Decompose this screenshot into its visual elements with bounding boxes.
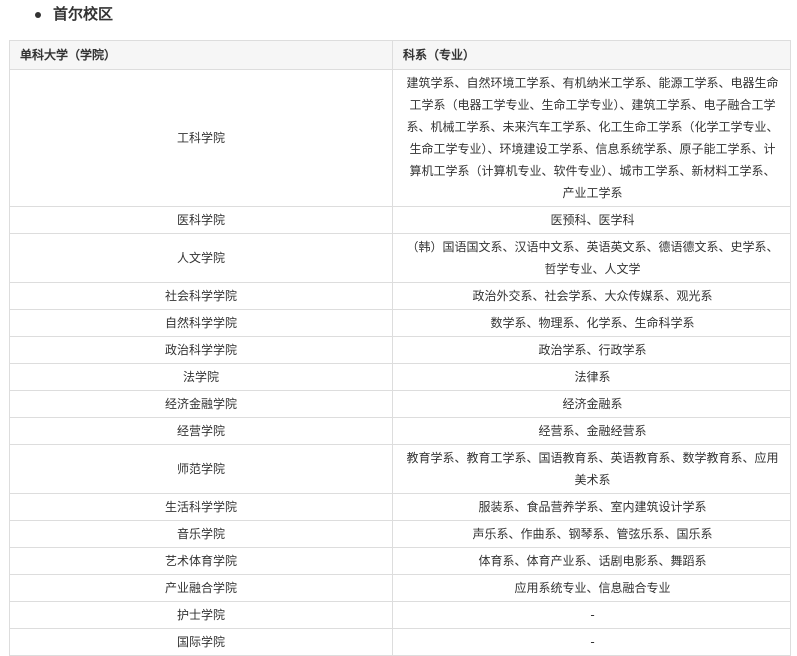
departments-cell: 教育学系、教育工学系、国语教育系、英语教育系、数学教育系、应用美术系 xyxy=(392,444,791,494)
college-cell: 艺术体育学院 xyxy=(9,547,393,575)
college-cell: 自然科学学院 xyxy=(9,309,393,337)
table-row: 音乐学院 声乐系、作曲系、钢琴系、管弦乐系、国乐系 xyxy=(9,520,791,548)
departments-cell: 服装系、食品营养学系、室内建筑设计学系 xyxy=(392,493,791,521)
section-title: 首尔校区 xyxy=(53,5,114,23)
table-row: 人文学院 （韩）国语国文系、汉语中文系、英语英文系、德语德文系、史学系、哲学专业、… xyxy=(9,233,791,283)
table-row: 产业融合学院 应用系统专业、信息融合专业 xyxy=(9,574,791,602)
departments-cell: 法律系 xyxy=(392,363,791,391)
departments-cell: 政治学系、行政学系 xyxy=(392,336,791,364)
departments-cell: 医预科、医学科 xyxy=(392,206,791,234)
departments-cell: - xyxy=(392,628,791,656)
departments-cell: 建筑学系、自然环境工学系、有机纳米工学系、能源工学系、电器生命工学系（电器工学专… xyxy=(392,69,791,207)
departments-cell: 声乐系、作曲系、钢琴系、管弦乐系、国乐系 xyxy=(392,520,791,548)
table-row: 自然科学学院 数学系、物理系、化学系、生命科学系 xyxy=(9,309,791,337)
table-row: 护士学院 - xyxy=(9,601,791,629)
table-row: 经济金融学院 经济金融系 xyxy=(9,390,791,418)
table-row: 艺术体育学院 体育系、体育产业系、话剧电影系、舞蹈系 xyxy=(9,547,791,575)
college-cell: 医科学院 xyxy=(9,206,393,234)
college-cell: 生活科学学院 xyxy=(9,493,393,521)
table-row: 法学院 法律系 xyxy=(9,363,791,391)
college-cell: 经济金融学院 xyxy=(9,390,393,418)
table-body: 工科学院 建筑学系、自然环境工学系、有机纳米工学系、能源工学系、电器生命工学系（电… xyxy=(9,69,791,656)
college-cell: 政治科学学院 xyxy=(9,336,393,364)
table-row: 医科学院 医预科、医学科 xyxy=(9,206,791,234)
table-row: 工科学院 建筑学系、自然环境工学系、有机纳米工学系、能源工学系、电器生命工学系（电… xyxy=(9,69,791,207)
departments-cell: - xyxy=(392,601,791,629)
college-cell: 音乐学院 xyxy=(9,520,393,548)
column-header-college: 单科大学（学院） xyxy=(9,40,393,70)
college-cell: 护士学院 xyxy=(9,601,393,629)
column-header-departments: 科系（专业） xyxy=(392,40,791,70)
section-heading-list: 首尔校区 xyxy=(0,0,797,40)
table-row: 经营学院 经营系、金融经营系 xyxy=(9,417,791,445)
table-row: 生活科学学院 服装系、食品营养学系、室内建筑设计学系 xyxy=(9,493,791,521)
departments-cell: 经济金融系 xyxy=(392,390,791,418)
table-row: 社会科学学院 政治外交系、社会学系、大众传媒系、观光系 xyxy=(9,282,791,310)
departments-cell: （韩）国语国文系、汉语中文系、英语英文系、德语德文系、史学系、哲学专业、人文学 xyxy=(392,233,791,283)
departments-cell: 数学系、物理系、化学系、生命科学系 xyxy=(392,309,791,337)
college-cell: 工科学院 xyxy=(9,69,393,207)
college-cell: 法学院 xyxy=(9,363,393,391)
departments-cell: 政治外交系、社会学系、大众传媒系、观光系 xyxy=(392,282,791,310)
college-cell: 社会科学学院 xyxy=(9,282,393,310)
departments-cell: 经营系、金融经营系 xyxy=(392,417,791,445)
college-cell: 国际学院 xyxy=(9,628,393,656)
majors-table: 单科大学（学院） 科系（专业） 工科学院 建筑学系、自然环境工学系、有机纳米工学系… xyxy=(9,40,791,656)
college-cell: 产业融合学院 xyxy=(9,574,393,602)
table-row: 师范学院 教育学系、教育工学系、国语教育系、英语教育系、数学教育系、应用美术系 xyxy=(9,444,791,494)
departments-cell: 应用系统专业、信息融合专业 xyxy=(392,574,791,602)
bullet-icon xyxy=(35,12,41,18)
table-header-row: 单科大学（学院） 科系（专业） xyxy=(9,40,791,70)
departments-cell: 体育系、体育产业系、话剧电影系、舞蹈系 xyxy=(392,547,791,575)
table-row: 国际学院 - xyxy=(9,628,791,656)
table-row: 政治科学学院 政治学系、行政学系 xyxy=(9,336,791,364)
college-cell: 师范学院 xyxy=(9,444,393,494)
college-cell: 经营学院 xyxy=(9,417,393,445)
college-cell: 人文学院 xyxy=(9,233,393,283)
